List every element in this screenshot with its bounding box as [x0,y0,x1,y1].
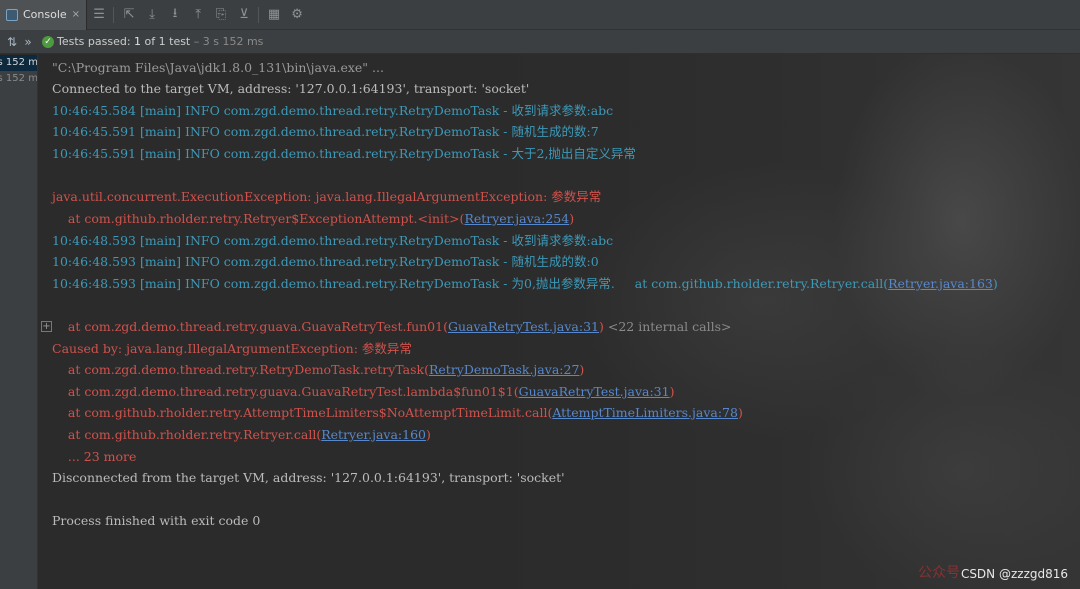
stack-frame: at com.zgd.demo.thread.retry.guava.Guava… [52,317,732,337]
stack-frame-text: ) [579,362,585,377]
toolbar-separator [258,6,260,23]
console-line: Caused by: java.lang.IllegalArgumentExce… [52,341,412,356]
console-line: 10:46:45.584 [main] INFO com.zgd.demo.th… [52,103,614,118]
test-status-bar: ⇅ » ✓ Tests passed: 1 of 1 test – 3 s 15… [0,30,1080,54]
stack-frame-text: ) [737,405,743,420]
console-line: Connected to the target VM, address: '12… [52,81,530,96]
stack-frame: at com.github.rholder.retry.Retryer.call… [52,425,431,445]
expand-icon[interactable]: » [20,35,36,49]
stack-frame-text: ) [669,384,675,399]
csdn-watermark: CSDN @zzzgd816 [960,567,1068,581]
layout-icon[interactable]: ▦ [263,4,285,26]
stack-frame: at com.github.rholder.retry.AttemptTimeL… [52,403,743,423]
console-icon [6,8,18,21]
upload-icon[interactable]: ⤒ [187,4,209,26]
settings-icon[interactable]: ⚙ [286,4,308,26]
wechat-watermark: 公众号 [918,565,960,581]
console-output[interactable]: "C:\Program Files\Java\jdk1.8.0_131\bin\… [38,55,1080,589]
source-link[interactable]: GuavaRetryTest.java:31 [519,384,670,399]
tests-passed-count: 1 [134,35,142,48]
stack-frame-text: at com.github.rholder.retry.Retryer.call… [52,427,322,442]
stack-frame-text: at com.zgd.demo.thread.retry.RetryDemoTa… [52,362,429,377]
console-toolbar: Console × ☰ ⇱ ⤓ ⭳ ⤒ ⎘ ⊻ ▦ ⚙ [0,0,1080,30]
test-tree-panel: 3 s 152 ms 3 s 152 ms [0,55,38,589]
console-line: 10:46:48.593 [main] INFO com.zgd.demo.th… [52,274,998,294]
toolbar-separator [113,6,115,23]
scroll-to-top-icon[interactable]: ⇱ [118,4,140,26]
import-icon[interactable]: ⎘ [210,4,232,26]
stack-frame: at com.github.rholder.retry.Retryer$Exce… [52,209,574,229]
tests-duration: – 3 s 152 ms [193,35,264,48]
export-icon[interactable]: ⭳ [164,4,186,26]
source-link[interactable]: Retryer.java:254 [464,211,569,226]
console-tab[interactable]: Console × [0,0,88,30]
stack-frame-text: at com.github.rholder.retry.AttemptTimeL… [52,405,553,420]
stack-frame-text: at com.zgd.demo.thread.retry.guava.Guava… [52,384,519,399]
source-link[interactable]: GuavaRetryTest.java:31 [448,319,599,334]
test-timing[interactable]: 3 s 152 ms [0,71,37,87]
console-line-text: 10:46:48.593 [main] INFO com.zgd.demo.th… [52,276,889,291]
close-icon[interactable]: × [72,9,80,20]
console-line: 10:46:45.591 [main] INFO com.zgd.demo.th… [52,124,599,139]
stack-frame: at com.zgd.demo.thread.retry.guava.Guava… [52,382,675,402]
download-icon[interactable]: ⤓ [141,4,163,26]
test-timing[interactable]: 3 s 152 ms [0,55,37,71]
sort-icon[interactable]: ⇅ [4,35,20,49]
console-tab-label: Console [23,8,67,21]
internal-calls-fold[interactable]: <22 internal calls> [604,319,732,334]
source-link[interactable]: RetryDemoTask.java:27 [429,362,579,377]
source-link[interactable]: Retryer.java:160 [321,427,426,442]
console-line: java.util.concurrent.ExecutionException:… [52,189,602,204]
console-line-text: ) [992,276,998,291]
source-link[interactable]: Retryer.java:163 [888,276,993,291]
stack-frame-text: ) [426,427,431,442]
source-link[interactable]: AttemptTimeLimiters.java:78 [552,405,738,420]
console-line: ... 23 more [52,449,137,464]
console-line: Disconnected from the target VM, address… [52,470,565,485]
stack-frame-text: at com.github.rholder.retry.Retryer$Exce… [52,211,465,226]
stack-frame-text: ) [569,211,575,226]
console-line: Process finished with exit code 0 [52,513,261,528]
stack-frame: at com.zgd.demo.thread.retry.RetryDemoTa… [52,360,584,380]
filter-icon[interactable]: ⊻ [233,4,255,26]
console-line: 10:46:48.593 [main] INFO com.zgd.demo.th… [52,233,614,248]
stack-frame-text: at com.zgd.demo.thread.retry.guava.Guava… [52,319,448,334]
tests-passed-label: Tests passed: [57,35,131,48]
console-line: 10:46:45.591 [main] INFO com.zgd.demo.th… [52,146,636,161]
passed-check-icon: ✓ [42,35,54,48]
tests-total: of 1 test [144,35,191,48]
console-line: "C:\Program Files\Java\jdk1.8.0_131\bin\… [52,60,384,75]
console-line: 10:46:48.593 [main] INFO com.zgd.demo.th… [52,254,599,269]
menu-icon[interactable]: ☰ [88,4,110,26]
expand-fold-icon[interactable]: + [41,321,52,332]
